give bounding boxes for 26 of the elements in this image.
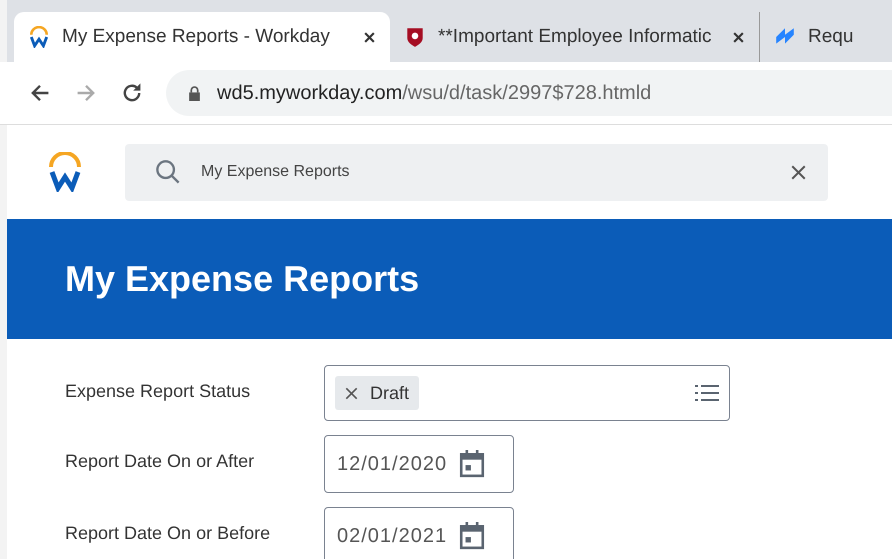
status-select[interactable]: Draft xyxy=(324,365,730,421)
field-label: Report Date On or Before xyxy=(65,522,272,544)
browser-tab[interactable]: **Important Employee Informatic xyxy=(390,12,760,62)
browser-tab[interactable]: Requ xyxy=(760,12,892,62)
field-label: Expense Report Status xyxy=(65,380,252,402)
browser-tab[interactable]: My Expense Reports - Workday xyxy=(14,12,390,62)
clear-icon[interactable] xyxy=(791,164,806,180)
status-chip[interactable]: Draft xyxy=(335,376,420,410)
tab-title: **Important Employee Informatic xyxy=(438,26,713,48)
list-icon[interactable] xyxy=(695,383,719,403)
calendar-icon[interactable] xyxy=(459,522,486,550)
tab-title: My Expense Reports - Workday xyxy=(62,26,331,48)
page-title: My Expense Reports xyxy=(65,258,420,300)
search-icon xyxy=(155,159,181,185)
tab-title: Requ xyxy=(808,26,854,48)
workday-logo-icon xyxy=(28,26,50,48)
close-icon[interactable] xyxy=(363,30,376,44)
lock-icon xyxy=(188,86,201,100)
field-label: Report Date On or After xyxy=(65,450,256,472)
remove-icon[interactable] xyxy=(345,386,358,400)
date-field[interactable]: 02/01/2021 xyxy=(324,507,514,559)
date-field[interactable]: 12/01/2020 xyxy=(324,435,514,493)
close-icon[interactable] xyxy=(732,30,745,44)
search-field[interactable]: My Expense Reports xyxy=(125,144,828,200)
address-bar[interactable]: wd5.myworkday.com/wsu/d/task/2997$728.htmld xyxy=(166,70,892,116)
calendar-icon[interactable] xyxy=(459,450,486,478)
